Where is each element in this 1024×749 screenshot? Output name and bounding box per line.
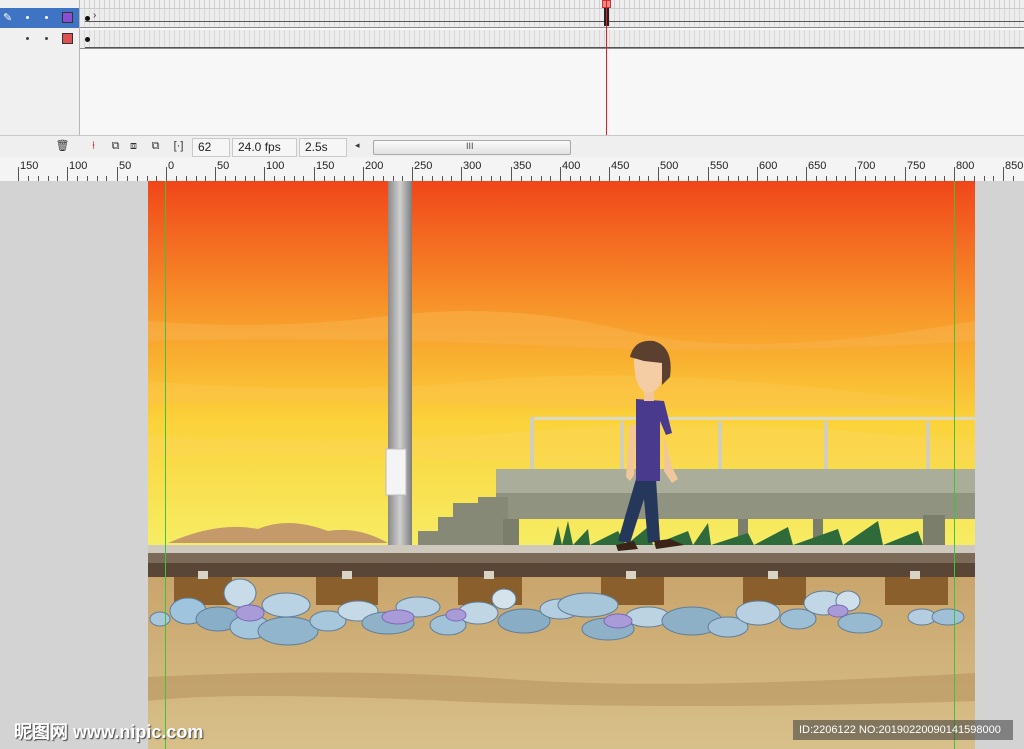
ruler-label: 300: [463, 160, 482, 172]
layer-row-1[interactable]: ✎: [0, 8, 79, 28]
ruler-label: 450: [611, 160, 630, 172]
platform-underside: [496, 493, 975, 519]
ruler-major-tick: [264, 167, 265, 181]
ruler-label: 550: [710, 160, 729, 172]
onion-skin-icon[interactable]: ⧉: [108, 139, 123, 154]
ruler-label: 50: [217, 160, 230, 172]
ruler-label: 150: [316, 160, 335, 172]
layer-color-swatch[interactable]: [62, 33, 73, 44]
timeline-panel: ✎ › 🗑 ⍿ ⧉ ⧈ ⧉ [·] 62 24.0 fps 2.5s ◂ III: [0, 0, 1024, 158]
edit-multiple-frames-icon[interactable]: ⧉: [148, 139, 163, 154]
lock-toggle[interactable]: [45, 37, 48, 40]
scrollbar-grip: III: [466, 141, 474, 151]
timeline-scrollbar[interactable]: ◂ III: [355, 140, 571, 155]
ruler-label: 500: [660, 160, 679, 172]
watermark-id: ID:2206122 NO:20190220090141598000: [793, 720, 1013, 740]
ruler-major-tick: [511, 167, 512, 181]
layer-row-2[interactable]: [0, 29, 79, 49]
frame-track-2[interactable]: [80, 30, 1024, 49]
ruler-label: 100: [69, 160, 88, 172]
frame-span-line: [85, 47, 1024, 48]
platform-deck: [496, 469, 975, 493]
ruler-label: 650: [808, 160, 827, 172]
playhead-line: [606, 0, 607, 135]
railing-top: [530, 417, 975, 420]
scene-illustration: [148, 181, 975, 749]
ruler-major-tick: [905, 167, 906, 181]
ruler-major-tick: [67, 167, 68, 181]
rail-base: [148, 563, 975, 577]
tween-arrow-icon: ›: [93, 10, 97, 21]
guide-line-right[interactable]: [954, 181, 955, 749]
frame-grid[interactable]: ›: [80, 0, 1024, 135]
rail-side: [148, 553, 975, 563]
ruler-major-tick: [708, 167, 709, 181]
ruler-major-tick: [560, 167, 561, 181]
ruler-label: 0: [168, 160, 175, 172]
ruler-major-tick: [1003, 167, 1004, 181]
frame-track-1[interactable]: ›: [80, 9, 1024, 28]
trash-icon[interactable]: 🗑: [55, 139, 70, 154]
ruler-label: 700: [857, 160, 876, 172]
ruler-label: 750: [907, 160, 926, 172]
ruler-major-tick: [314, 167, 315, 181]
layer-color-swatch[interactable]: [62, 12, 73, 23]
ruler-label: 600: [759, 160, 778, 172]
ruler-major-tick: [18, 167, 19, 181]
ruler-label: 400: [562, 160, 581, 172]
visibility-toggle[interactable]: [26, 16, 29, 19]
ruler-label: 200: [365, 160, 384, 172]
ruler-major-tick: [757, 167, 758, 181]
ruler-major-tick: [117, 167, 118, 181]
watermark-site: 昵图网 www.nipic.com: [14, 722, 204, 742]
ruler-major-tick: [806, 167, 807, 181]
elapsed-time-field: 2.5s: [299, 138, 347, 157]
ruler-major-tick: [215, 167, 216, 181]
ruler-major-tick: [954, 167, 955, 181]
ruler-label: 350: [513, 160, 532, 172]
ruler-major-tick: [461, 167, 462, 181]
rail-top: [148, 545, 975, 553]
platform-pillar: [923, 515, 945, 545]
ruler-major-tick: [166, 167, 167, 181]
current-frame-field: 62: [192, 138, 230, 157]
modify-markers-icon[interactable]: [·]: [171, 139, 186, 154]
guide-line-left[interactable]: [165, 181, 166, 749]
ruler-major-tick: [412, 167, 413, 181]
ruler-major-tick: [658, 167, 659, 181]
platform-pillar: [503, 519, 519, 545]
ruler-label: 50: [119, 160, 132, 172]
frame-number-ruler[interactable]: [80, 0, 1024, 9]
ruler-major-tick: [609, 167, 610, 181]
ruler-major-tick: [363, 167, 364, 181]
pencil-icon: ✎: [3, 12, 13, 24]
onion-outline-icon[interactable]: ⧈: [126, 139, 141, 154]
center-frame-icon[interactable]: ⍿: [86, 139, 101, 154]
stage-canvas[interactable]: [148, 181, 975, 749]
scrollbar-thumb[interactable]: III: [373, 140, 571, 155]
pole-sign: [385, 448, 407, 496]
ruler-major-tick: [855, 167, 856, 181]
ruler-label: 150: [20, 160, 39, 172]
horizontal-ruler[interactable]: 150 100 50 0 50 100 150 200 250 300 350 400 450 500 55…: [0, 157, 1024, 182]
tween-line: [85, 21, 1024, 22]
layer-list: ✎: [0, 0, 80, 135]
ruler-label: 250: [414, 160, 433, 172]
scroll-left-icon[interactable]: ◂: [355, 140, 360, 151]
lock-toggle[interactable]: [45, 16, 48, 19]
ruler-label: 800: [956, 160, 975, 172]
ruler-label: 100: [266, 160, 285, 172]
keyframe-marker[interactable]: [85, 37, 90, 42]
visibility-toggle[interactable]: [26, 37, 29, 40]
ruler-label: 850: [1005, 160, 1024, 172]
timeline-status-bar: 🗑 ⍿ ⧉ ⧈ ⧉ [·] 62 24.0 fps 2.5s ◂ III: [0, 135, 1024, 158]
frame-rate-field[interactable]: 24.0 fps: [232, 138, 297, 157]
